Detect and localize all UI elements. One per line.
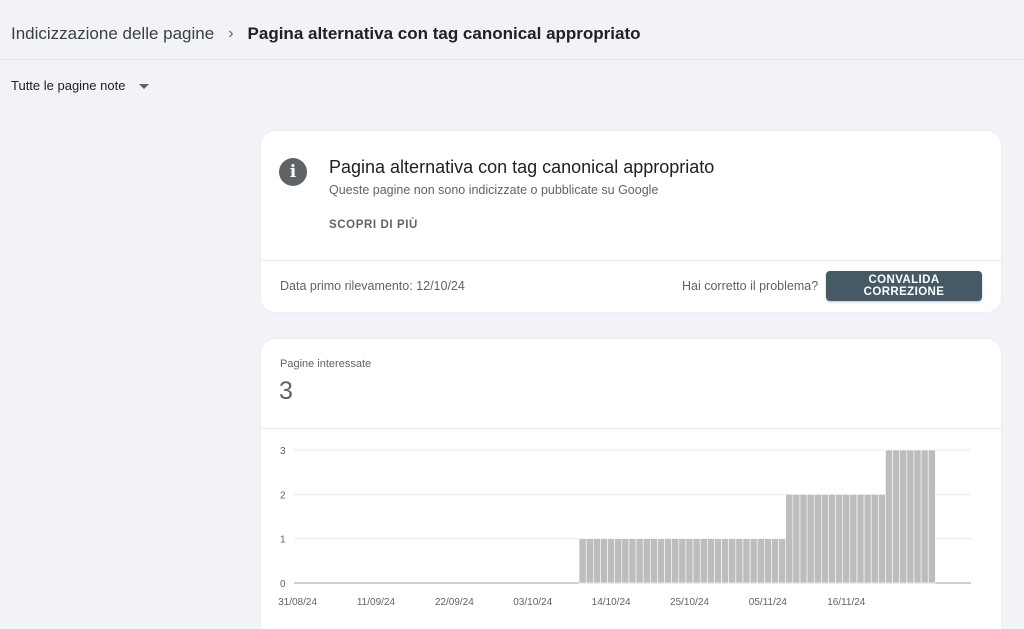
chart-bar bbox=[927, 449, 936, 584]
x-axis-ticks: 31/08/24 11/09/24 22/09/24 03/10/24 14/10/24… bbox=[278, 597, 866, 608]
chart-bar bbox=[735, 538, 744, 584]
chart-bar bbox=[899, 449, 908, 584]
chart-bar bbox=[621, 538, 630, 584]
dropdown-arrow-icon bbox=[139, 83, 150, 89]
chart-bar bbox=[728, 538, 737, 584]
header-divider bbox=[0, 59, 1024, 60]
chart-bar bbox=[806, 494, 815, 584]
x-tick-label: 14/10/24 bbox=[592, 597, 631, 608]
affected-pages-label: Pagine interessate bbox=[280, 358, 372, 370]
chart-bar bbox=[821, 494, 829, 584]
y-tick-label: 2 bbox=[280, 490, 286, 501]
chart-bar bbox=[913, 449, 922, 584]
info-icon: i bbox=[279, 158, 307, 186]
chart-bar bbox=[813, 494, 822, 584]
x-tick-label: 11/09/24 bbox=[357, 597, 396, 608]
issue-title: Pagina alternativa con tag canonical app… bbox=[329, 157, 715, 177]
y-axis-ticks: 0 1 2 3 bbox=[280, 446, 286, 590]
chart-bar bbox=[756, 538, 765, 584]
chart-bar bbox=[920, 449, 929, 584]
pages-filter-label: Tutte le pagine note bbox=[11, 78, 126, 93]
chart-bar bbox=[842, 494, 851, 584]
chart-bar bbox=[664, 538, 672, 584]
chart-bar bbox=[650, 538, 658, 584]
chart-bar bbox=[578, 538, 587, 584]
validate-fix-button[interactable]: CONVALIDA CORREZIONE bbox=[826, 271, 982, 301]
chart-bar bbox=[870, 494, 879, 584]
x-tick-label: 31/08/24 bbox=[278, 597, 317, 608]
chart-bar bbox=[707, 538, 715, 584]
chart-bar bbox=[906, 449, 915, 584]
x-tick-label: 16/11/24 bbox=[827, 597, 866, 608]
chart-bar bbox=[657, 538, 665, 584]
chart-bar bbox=[885, 449, 893, 584]
chart-bar bbox=[785, 494, 794, 584]
chart-bar bbox=[600, 538, 608, 584]
x-tick-label: 03/10/24 bbox=[513, 597, 552, 608]
chart-bar bbox=[856, 494, 865, 584]
breadcrumb: Indicizzazione delle pagine › Pagina alt… bbox=[11, 22, 641, 46]
y-tick-label: 1 bbox=[280, 535, 286, 546]
chart-bar bbox=[849, 494, 858, 584]
chart-bar bbox=[607, 538, 615, 584]
learn-more-link[interactable]: SCOPRI DI PIÙ bbox=[329, 219, 418, 231]
breadcrumb-parent-link[interactable]: Indicizzazione delle pagine bbox=[11, 24, 214, 44]
breadcrumb-current: Pagina alternativa con tag canonical app… bbox=[247, 24, 641, 43]
issue-description: Queste pagine non sono indicizzate o pub… bbox=[329, 183, 659, 197]
chart-bar bbox=[678, 538, 687, 584]
chevron-right-icon: › bbox=[228, 25, 234, 42]
x-tick-label: 22/09/24 bbox=[435, 597, 474, 608]
y-tick-label: 3 bbox=[280, 446, 286, 457]
chart-bar bbox=[799, 494, 808, 584]
chart-bar bbox=[764, 538, 772, 584]
chart-bar bbox=[892, 449, 901, 584]
x-tick-label: 25/10/24 bbox=[670, 597, 709, 608]
chart-bar bbox=[835, 494, 844, 584]
chart-bar bbox=[863, 494, 872, 584]
chart-bar bbox=[642, 538, 651, 584]
pages-filter-dropdown[interactable]: Tutte le pagine note bbox=[11, 78, 150, 93]
chart-bar bbox=[721, 538, 730, 584]
chart-bar bbox=[742, 538, 751, 584]
affected-pages-chart: 0 1 2 3 31/08/24 11/09/24 22/09/24 03/10/24 14/… bbox=[278, 446, 971, 608]
card-divider bbox=[261, 260, 1001, 261]
chart-bar bbox=[628, 538, 637, 584]
chart-bar bbox=[828, 494, 836, 584]
chart-bar bbox=[692, 538, 701, 584]
y-tick-label: 0 bbox=[280, 579, 286, 590]
chart-bar bbox=[714, 538, 722, 584]
chart-bar bbox=[585, 538, 594, 584]
chart-bar bbox=[635, 538, 644, 584]
chart-bars bbox=[578, 449, 936, 584]
chart-bar bbox=[614, 538, 623, 584]
fixed-question-text: Hai corretto il problema? bbox=[682, 279, 819, 293]
chart-bar bbox=[671, 538, 680, 584]
chart-bar bbox=[699, 538, 708, 584]
affected-pages-count: 3 bbox=[279, 377, 293, 405]
chart-bar bbox=[778, 538, 787, 584]
first-detected-date: Data primo rilevamento: 12/10/24 bbox=[280, 279, 465, 293]
chart-bar bbox=[685, 538, 694, 584]
chart-bar bbox=[878, 494, 886, 584]
chart-bar bbox=[771, 538, 779, 584]
x-tick-label: 05/11/24 bbox=[749, 597, 788, 608]
chart-bar bbox=[749, 538, 758, 584]
chart-bar bbox=[593, 538, 601, 584]
chart-bar bbox=[792, 494, 801, 584]
